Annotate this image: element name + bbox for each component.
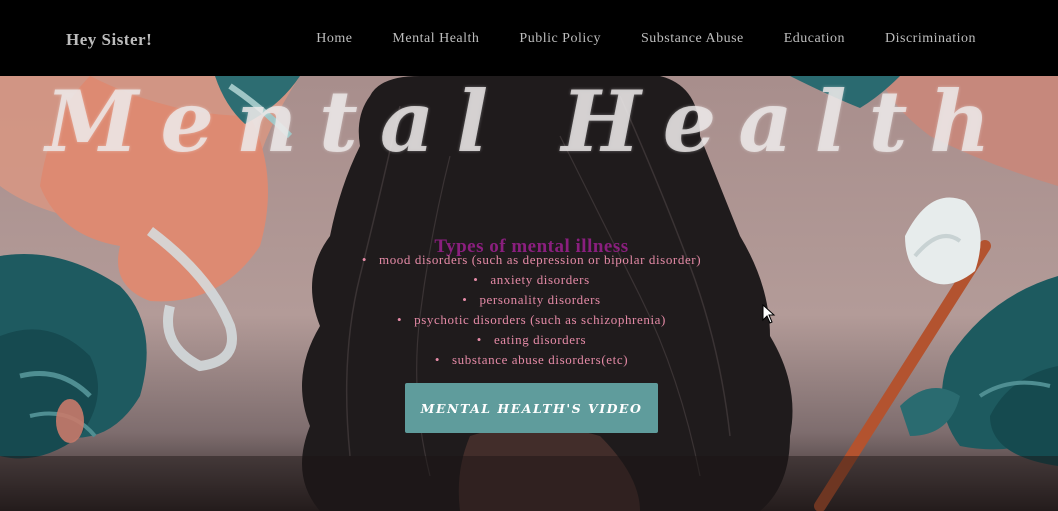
nav-links: Home Mental Health Public Policy Substan…: [316, 31, 976, 47]
nav-link-education[interactable]: Education: [784, 31, 845, 47]
hero-title: Mental Health: [45, 76, 1013, 171]
list-item: • personality disorders: [462, 292, 601, 307]
list-item-text: personality disorders: [479, 292, 601, 307]
list-item-text: anxiety disorders: [490, 272, 590, 287]
nav-link-mental-health[interactable]: Mental Health: [392, 31, 479, 47]
list-item: • mood disorders (such as depression or b…: [361, 252, 702, 267]
nav-link-home[interactable]: Home: [316, 31, 352, 47]
nav-link-public-policy[interactable]: Public Policy: [519, 31, 601, 47]
list-item: • anxiety disorders: [473, 272, 590, 287]
list-item: • psychotic disorders (such as schizophre…: [397, 312, 666, 327]
top-navigation: Hey Sister! Home Mental Health Public Po…: [0, 0, 1058, 76]
mouse-pointer-icon: [762, 304, 776, 324]
brand-logo[interactable]: Hey Sister!: [66, 30, 152, 50]
nav-link-substance-abuse[interactable]: Substance Abuse: [641, 31, 744, 47]
mental-illness-list: • mood disorders (such as depression or b…: [0, 250, 1058, 370]
list-item: • eating disorders: [476, 332, 587, 347]
nav-link-discrimination[interactable]: Discrimination: [885, 31, 976, 47]
hero-section: Mental Health Types of mental illness • m…: [0, 76, 1058, 511]
list-item: • substance abuse disorders(etc): [434, 352, 629, 367]
list-item-text: substance abuse disorders(etc): [452, 352, 629, 367]
list-item-text: eating disorders: [493, 332, 587, 347]
list-item-text: psychotic disorders (such as schizophren…: [414, 312, 666, 327]
mental-health-video-button[interactable]: MENTAL HEALTH'S VIDEO: [405, 383, 658, 433]
list-item-text: mood disorders (such as depression or bi…: [378, 252, 702, 267]
